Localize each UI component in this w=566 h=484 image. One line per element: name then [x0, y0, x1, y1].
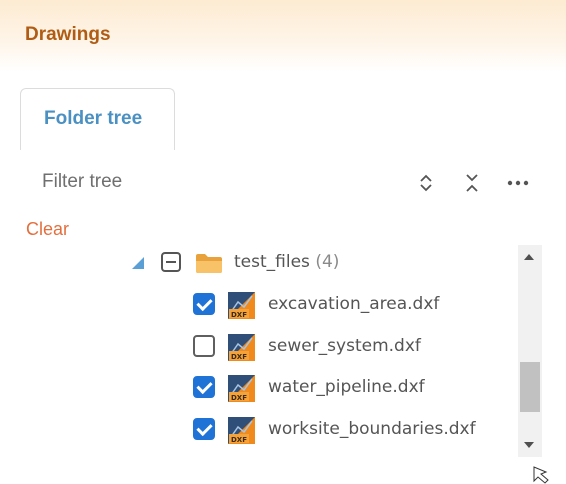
svg-text:DXF: DXF [231, 311, 247, 319]
filter-tree-input[interactable] [30, 166, 402, 198]
expanded-triangle-icon[interactable] [132, 257, 144, 269]
folder-icon [196, 254, 222, 273]
file-label[interactable]: sewer_system.dxf [268, 336, 421, 356]
svg-text:DXF: DXF [231, 394, 247, 402]
scroll-up-arrow-icon[interactable] [518, 245, 542, 269]
tree-file-row[interactable]: DXF excavation_area.dxf [0, 284, 515, 324]
file-checkbox[interactable] [193, 293, 215, 315]
dxf-file-icon: DXF [228, 375, 255, 402]
panel-title: Drawings [25, 24, 111, 45]
dxf-file-icon: DXF [228, 292, 255, 319]
file-checkbox[interactable] [193, 376, 215, 398]
svg-text:DXF: DXF [231, 353, 247, 361]
folder-label: test_files (4) [234, 252, 339, 272]
tree-file-row[interactable]: DXF sewer_system.dxf [0, 326, 515, 366]
panel-header: Drawings [0, 0, 566, 72]
expand-all-icon [420, 174, 432, 192]
folder-count: (4) [315, 252, 340, 272]
scroll-thumb[interactable] [520, 362, 540, 412]
collapse-all-button[interactable] [460, 170, 484, 196]
file-label[interactable]: water_pipeline.dxf [268, 377, 425, 397]
tree-scrollbar[interactable] [518, 245, 542, 457]
tree-file-row[interactable]: DXF worksite_boundaries.dxf [0, 409, 515, 449]
more-options-icon [507, 180, 529, 186]
svg-text:DXF: DXF [231, 436, 247, 444]
indeterminate-checkbox[interactable] [161, 252, 181, 272]
more-options-button[interactable] [506, 170, 530, 196]
file-label[interactable]: worksite_boundaries.dxf [268, 419, 476, 439]
tab-folder-tree-label: Folder tree [44, 108, 143, 129]
dxf-file-icon: DXF [228, 334, 255, 361]
collapse-all-icon [466, 174, 478, 192]
expand-all-button[interactable] [414, 170, 438, 196]
file-checkbox[interactable] [193, 418, 215, 440]
scroll-down-arrow-icon[interactable] [518, 433, 542, 457]
folder-name: test_files [234, 252, 310, 272]
tree-folder-row[interactable]: test_files (4) [0, 243, 515, 283]
file-label[interactable]: excavation_area.dxf [268, 294, 439, 314]
clear-link[interactable]: Clear [26, 219, 69, 240]
resize-cursor-icon [533, 466, 549, 484]
dxf-file-icon: DXF [228, 417, 255, 444]
tree-file-row[interactable]: DXF water_pipeline.dxf [0, 367, 515, 407]
tab-folder-tree[interactable]: Folder tree [20, 88, 175, 150]
file-checkbox[interactable] [193, 335, 215, 357]
